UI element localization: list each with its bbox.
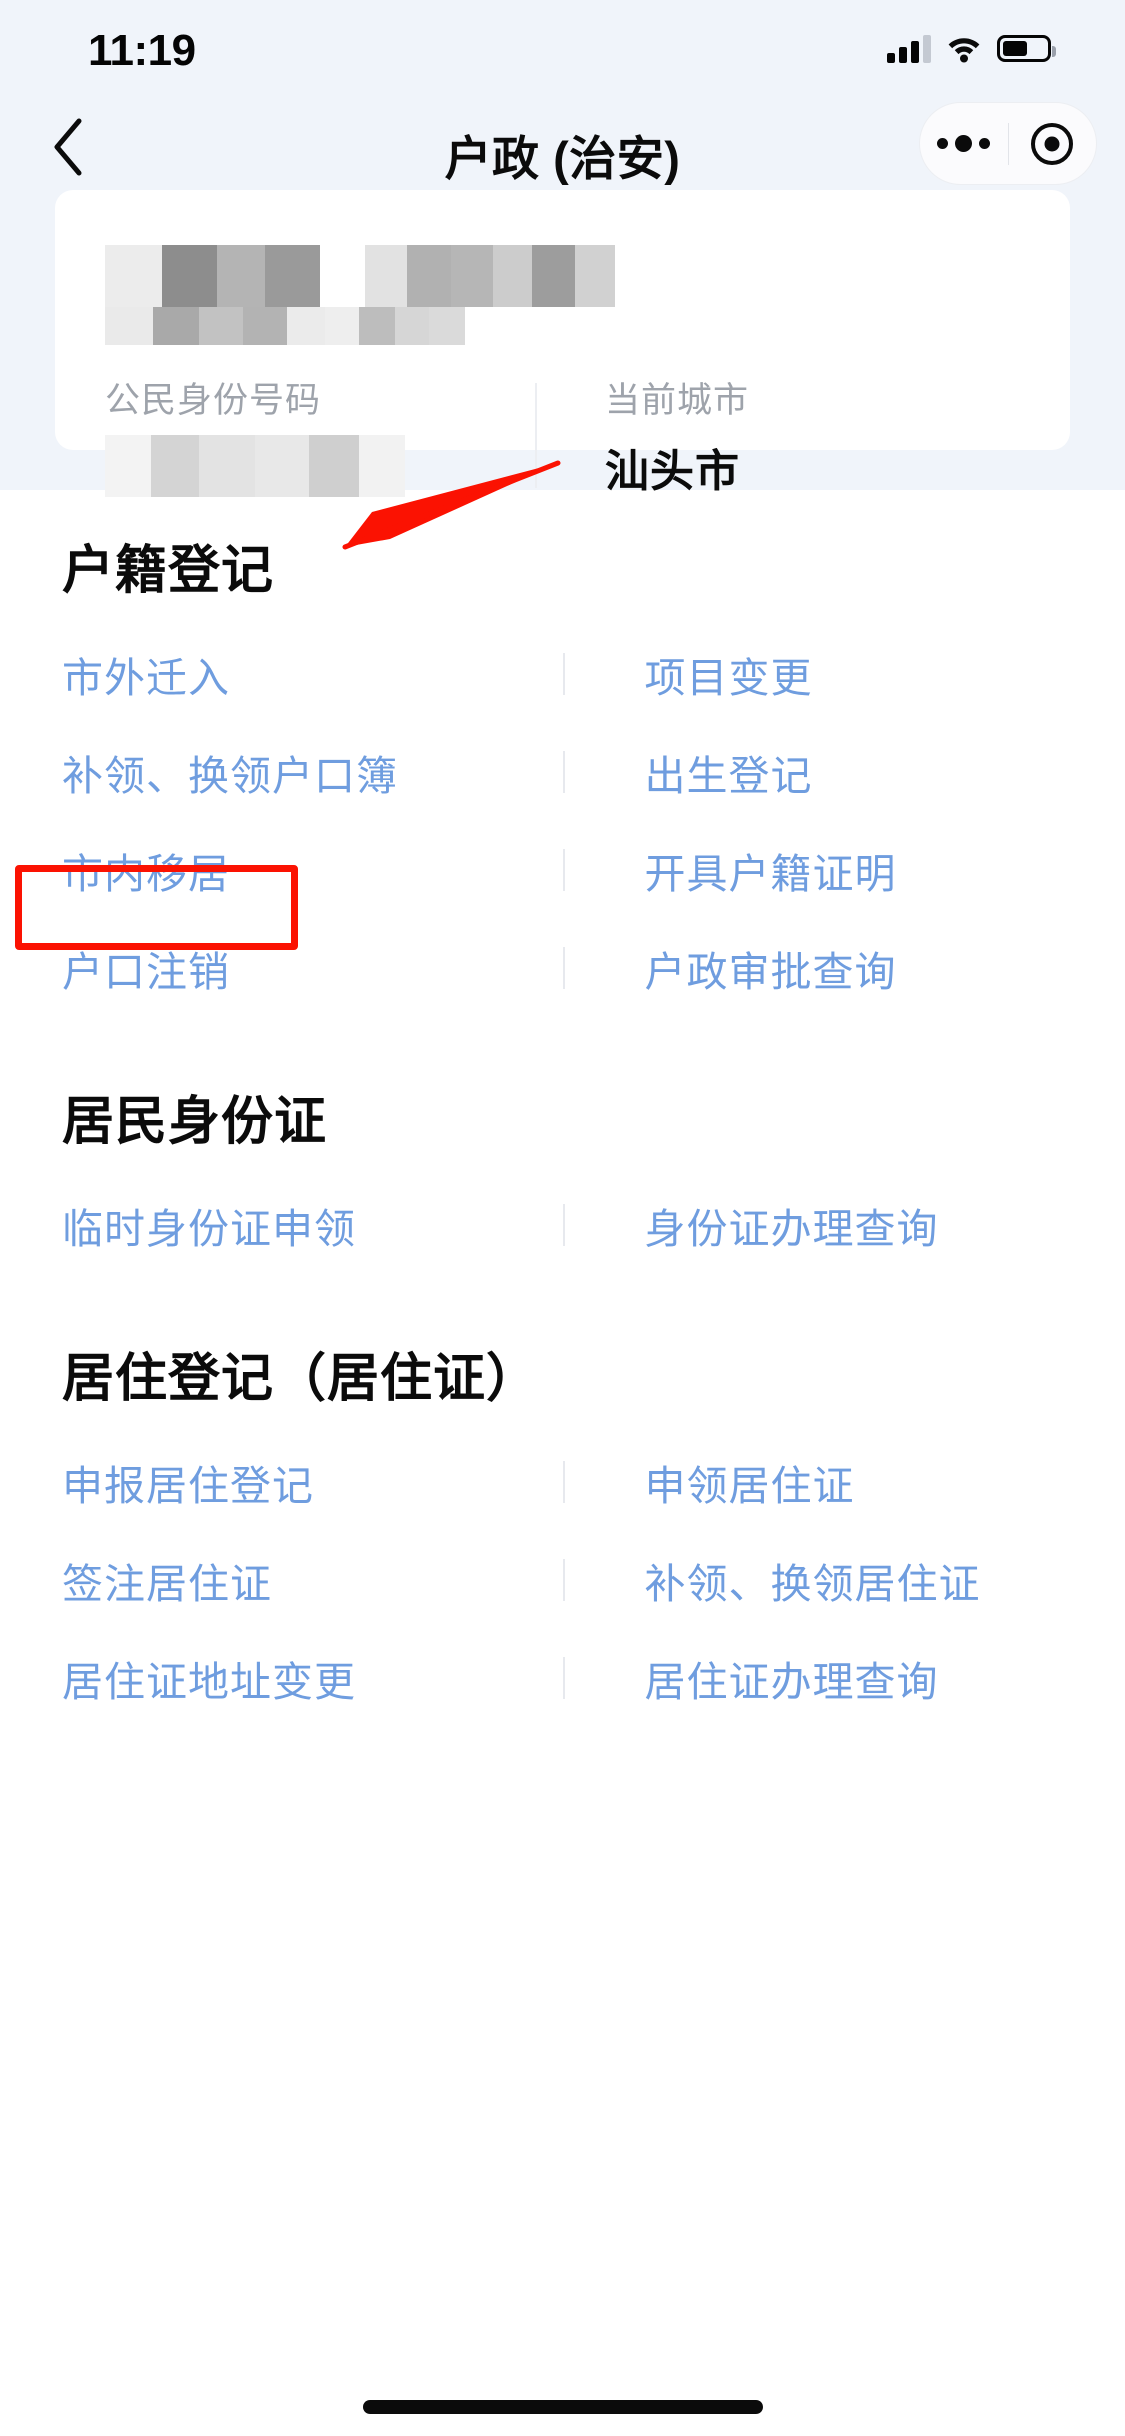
menu-item-label: 补领、换领居住证 (644, 1561, 981, 1607)
close-miniprogram-button[interactable] (1009, 103, 1097, 184)
miniprogram-capsule (919, 102, 1097, 185)
more-button[interactable] (920, 103, 1008, 184)
menu-item-juzhuzhengbanlichaxun[interactable]: 居住证办理查询 (563, 1629, 1064, 1727)
section-title: 户籍登记 (62, 542, 275, 600)
wifi-icon (948, 38, 980, 63)
menu-item-label: 市内移居 (62, 851, 230, 897)
section-resident-id-card: 居民身份证 临时身份证申领 身份证办理查询 (0, 1017, 1125, 1274)
section-items-grid: 市外迁入 项目变更 补领、换领户口簿 出生登记 市内移居 开具户籍证明 户口注销… (62, 625, 1063, 1017)
citizen-id-value-redacted (105, 434, 405, 497)
menu-item-shenbaojuzhudengji[interactable]: 申报居住登记 (62, 1433, 563, 1531)
more-dots-icon (937, 135, 991, 152)
current-city-value: 汕头市 (605, 446, 740, 496)
menu-item-label: 开具户籍证明 (644, 851, 897, 897)
menu-item-shiwaiqianru[interactable]: 市外迁入 (62, 625, 563, 723)
menu-item-label: 户政审批查询 (644, 949, 897, 995)
menu-item-shineiyiju[interactable]: 市内移居 (62, 821, 563, 919)
cellular-signal-icon (887, 33, 931, 63)
menu-item-linshishenfenzhengshenling[interactable]: 临时身份证申领 (62, 1176, 563, 1274)
menu-item-label: 居住证地址变更 (62, 1659, 356, 1705)
user-info-card: 公民身份号码 当前城市 汕头市 (55, 190, 1070, 497)
menu-item-label: 申领居住证 (644, 1463, 855, 1509)
menu-item-label: 身份证办理查询 (644, 1206, 939, 1252)
citizen-id-field: 公民身份号码 (105, 379, 535, 499)
menu-item-label: 户口注销 (62, 949, 230, 995)
mini-program-close-icon (1031, 122, 1074, 165)
menu-item-label: 补领、换领户口簿 (62, 753, 398, 799)
section-title: 居民身份证 (62, 1093, 328, 1151)
info-card-wrapper: 公民身份号码 当前城市 汕头市 (0, 190, 1125, 497)
info-card-columns: 公民身份号码 当前城市 汕头市 (105, 379, 1020, 499)
menu-item-label: 居住证办理查询 (644, 1659, 939, 1705)
top-header-area: 11:19 户政 (治安) (0, 0, 1125, 190)
status-bar: 11:19 (0, 0, 1125, 110)
section-items-grid: 申报居住登记 申领居住证 签注居住证 补领、换领居住证 居住证地址变更 居住证办… (62, 1433, 1063, 1727)
current-city-field: 当前城市 汕头市 (537, 379, 749, 499)
status-bar-time: 11:19 (88, 26, 196, 75)
menu-item-label: 临时身份证申领 (62, 1206, 356, 1252)
section-title: 居住登记（居住证） (62, 1350, 540, 1408)
section-residence-registration: 居住登记（居住证） 申报居住登记 申领居住证 签注居住证 补领、换领居住证 居住… (0, 1274, 1125, 1727)
menu-item-xiangmubiangeng[interactable]: 项目变更 (563, 625, 1064, 723)
menu-item-chushengdengji[interactable]: 出生登记 (563, 723, 1064, 821)
menu-item-label: 项目变更 (644, 655, 813, 701)
menu-item-label: 出生登记 (644, 753, 813, 799)
status-bar-indicators (887, 33, 1056, 63)
navigation-bar: 户政 (治安) (0, 102, 1125, 190)
menu-item-juzhuzhengdizhibiangeng[interactable]: 居住证地址变更 (62, 1629, 563, 1727)
home-indicator (362, 2400, 763, 2414)
menu-item-label: 申报居住登记 (62, 1463, 314, 1509)
menu-item-shenlingjuzhuzheng[interactable]: 申领居住证 (563, 1433, 1064, 1531)
menu-item-bulinghuanlinghukoubu[interactable]: 补领、换领户口簿 (62, 723, 563, 821)
menu-item-kaijuhujizhengming[interactable]: 开具户籍证明 (563, 821, 1064, 919)
section-household-registration: 户籍登记 市外迁入 项目变更 补领、换领户口簿 出生登记 市内移居 开具户籍证明… (0, 490, 1125, 1017)
menu-item-qianzhujuzhuzheng[interactable]: 签注居住证 (62, 1531, 563, 1629)
menu-item-bulinghuanlingjuzhuzheng[interactable]: 补领、换领居住证 (563, 1531, 1064, 1629)
user-name-redacted (105, 245, 1020, 345)
main-content: 户籍登记 市外迁入 项目变更 补领、换领户口簿 出生登记 市内移居 开具户籍证明… (0, 490, 1125, 1727)
menu-item-huzhengshenpichaxun[interactable]: 户政审批查询 (563, 919, 1064, 1017)
citizen-id-label: 公民身份号码 (105, 381, 322, 420)
section-items-grid: 临时身份证申领 身份证办理查询 (62, 1176, 1063, 1274)
battery-icon (997, 34, 1056, 62)
menu-item-shenfenzhengbanlichaxun[interactable]: 身份证办理查询 (563, 1176, 1064, 1274)
menu-item-hukouzhuxiao[interactable]: 户口注销 (62, 919, 563, 1017)
menu-item-label: 签注居住证 (62, 1561, 272, 1607)
current-city-label: 当前城市 (605, 381, 750, 420)
menu-item-label: 市外迁入 (62, 655, 230, 701)
